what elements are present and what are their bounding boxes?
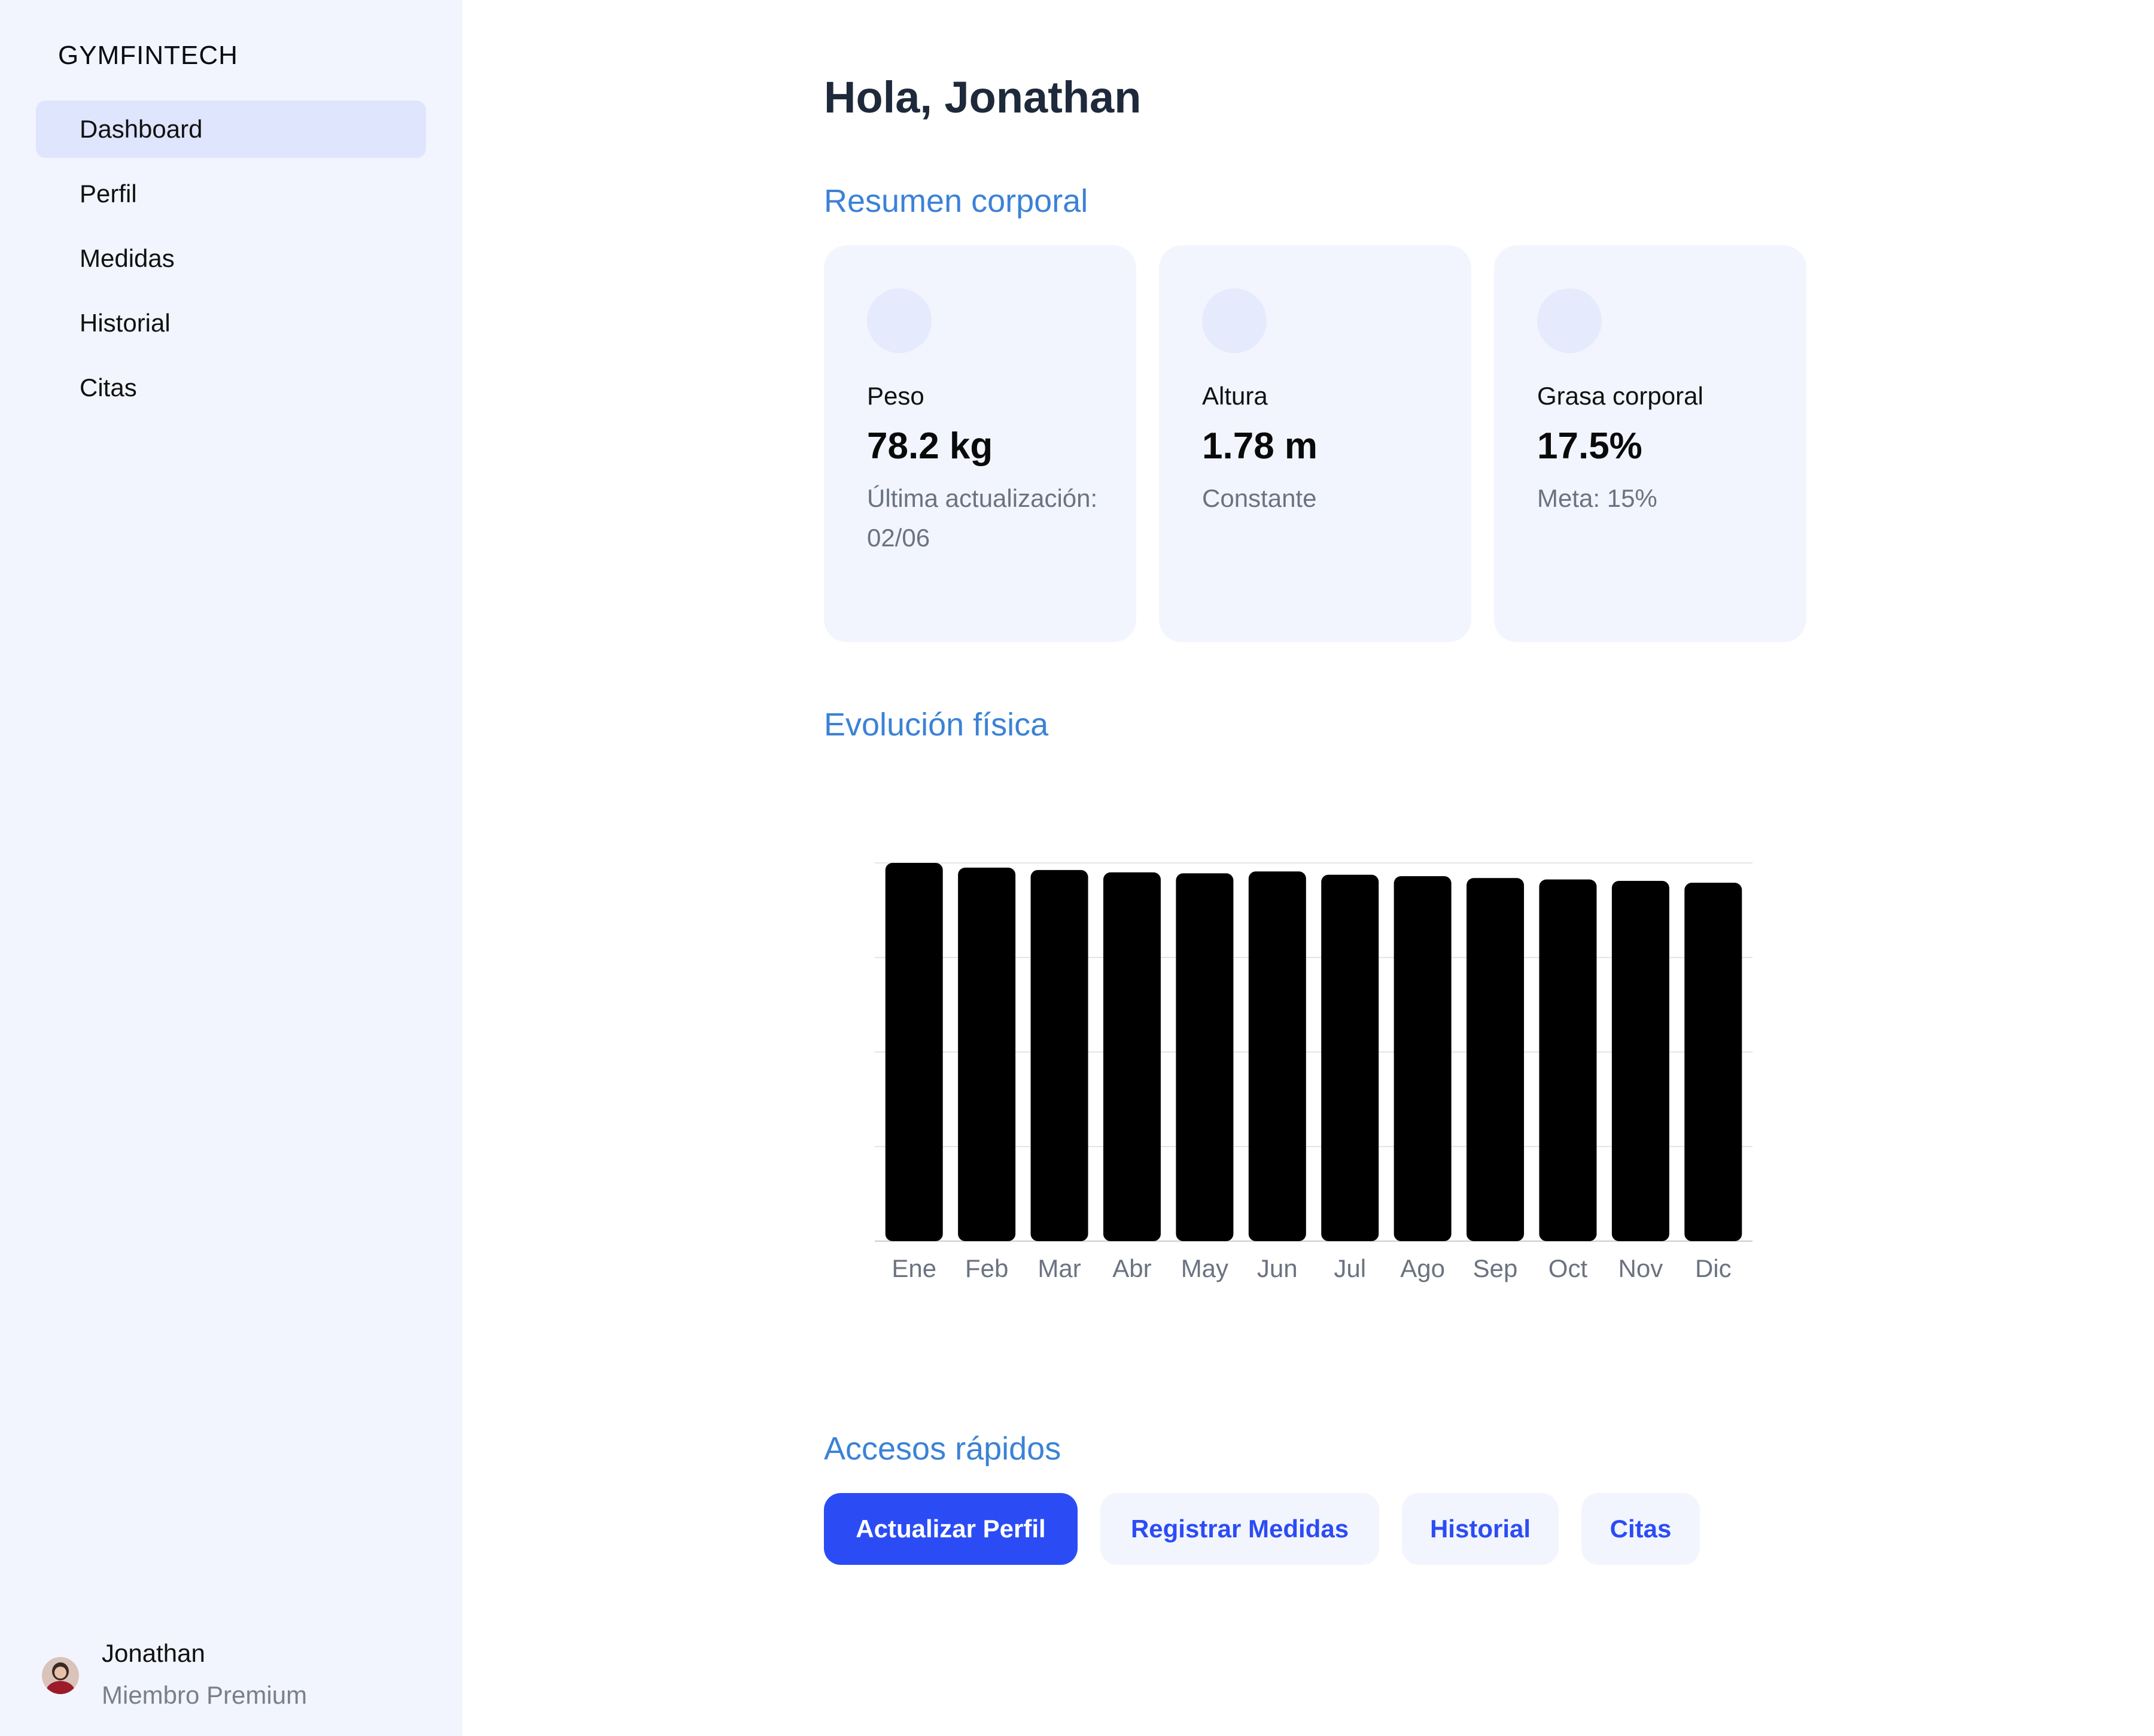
page-title: Hola, Jonathan <box>824 72 1142 122</box>
bar-nov[interactable] <box>1611 881 1669 1241</box>
bar-ago[interactable] <box>1394 876 1452 1241</box>
body-fat-icon <box>1537 288 1602 353</box>
bar-oct[interactable] <box>1539 879 1597 1241</box>
button-label: Historial <box>1429 1515 1531 1543</box>
button-label: Citas <box>1610 1515 1672 1543</box>
section-title-summary: Resumen corporal <box>824 183 1088 219</box>
stat-note: Constante <box>1202 484 1317 512</box>
x-tick-label: Ago <box>1400 1254 1445 1282</box>
x-tick-label: Jul <box>1334 1254 1366 1282</box>
update-profile-button[interactable]: Actualizar Perfil <box>824 1493 1078 1565</box>
stat-value: 78.2 kg <box>867 425 993 467</box>
sidebar-item-citas[interactable]: Citas <box>36 359 426 416</box>
bar-ene[interactable] <box>885 863 943 1241</box>
x-tick-label: Oct <box>1548 1254 1588 1282</box>
bar-feb[interactable] <box>958 867 1016 1241</box>
x-tick-label: Nov <box>1618 1254 1663 1282</box>
register-measurements-button[interactable]: Registrar Medidas <box>1100 1493 1379 1565</box>
x-tick-label: Sep <box>1473 1254 1518 1282</box>
bar-may[interactable] <box>1176 873 1234 1241</box>
bar-abr[interactable] <box>1103 872 1161 1241</box>
stat-label: Grasa corporal <box>1537 382 1703 410</box>
sidebar-item-perfil[interactable]: Perfil <box>36 165 426 223</box>
button-label: Actualizar Perfil <box>856 1515 1046 1543</box>
stat-card-weight: Peso 78.2 kg Última actualización: 02/06 <box>824 245 1136 642</box>
bar-sep[interactable] <box>1467 878 1525 1241</box>
section-title-evolution: Evolución física <box>824 707 1049 743</box>
x-tick-label: Mar <box>1038 1254 1081 1282</box>
stat-value: 1.78 m <box>1202 425 1318 467</box>
stat-card-height: Altura 1.78 m Constante <box>1159 245 1471 642</box>
x-tick-label: Dic <box>1695 1254 1732 1282</box>
x-tick-label: May <box>1181 1254 1228 1282</box>
brand-logo: GYMFINTECH <box>58 41 238 70</box>
user-name: Jonathan <box>102 1639 205 1667</box>
stat-value: 17.5% <box>1537 425 1642 467</box>
sidebar-item-label: Perfil <box>80 180 137 208</box>
bar-dic[interactable] <box>1684 883 1742 1241</box>
evolution-bar-chart: Ene Feb Mar Abr May Jun Jul Ago Sep Oct Nov Dic <box>875 862 1753 1282</box>
x-tick-label: Abr <box>1112 1254 1151 1282</box>
x-tick-label: Jun <box>1257 1254 1298 1282</box>
sidebar-item-label: Citas <box>80 373 137 402</box>
history-button[interactable]: Historial <box>1402 1493 1559 1565</box>
sidebar-item-historial[interactable]: Historial <box>36 294 426 352</box>
avatar <box>42 1657 79 1694</box>
bar-jun[interactable] <box>1248 871 1306 1241</box>
sidebar-item-label: Historial <box>80 309 171 337</box>
height-icon <box>1202 288 1267 353</box>
stat-label: Peso <box>867 382 924 410</box>
section-title-quick-access: Accesos rápidos <box>824 1431 1061 1467</box>
x-tick-label: Feb <box>965 1254 1008 1282</box>
appointments-button[interactable]: Citas <box>1581 1493 1700 1565</box>
sidebar: GYMFINTECH Dashboard Perfil Medidas Hist… <box>0 0 463 1736</box>
bar-mar[interactable] <box>1030 869 1088 1241</box>
stat-note: Última actualización: 02/06 <box>867 484 1098 552</box>
stat-label: Altura <box>1202 382 1268 410</box>
stat-card-body-fat: Grasa corporal 17.5% Meta: 15% <box>1494 245 1806 642</box>
bar-jul[interactable] <box>1321 874 1379 1241</box>
user-role: Miembro Premium <box>102 1681 308 1709</box>
sidebar-item-label: Medidas <box>80 244 175 272</box>
sidebar-item-label: Dashboard <box>80 115 203 143</box>
sidebar-item-dashboard[interactable]: Dashboard <box>36 101 426 158</box>
stat-note: Meta: 15% <box>1537 484 1657 512</box>
button-label: Registrar Medidas <box>1130 1515 1349 1543</box>
sidebar-item-medidas[interactable]: Medidas <box>36 230 426 287</box>
x-tick-label: Ene <box>892 1254 936 1282</box>
weight-icon <box>867 288 932 353</box>
